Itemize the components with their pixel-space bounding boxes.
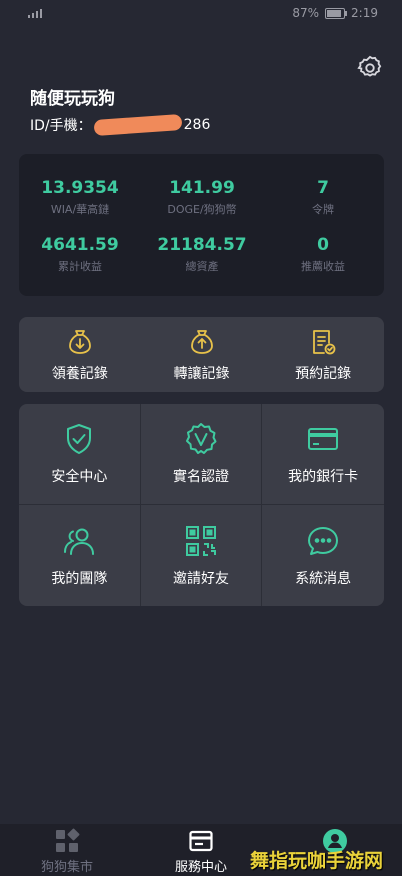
bag-down-icon (68, 329, 91, 354)
user-id-prefix: ID/手機： (30, 118, 92, 134)
user-name: 随便玩玩狗 (30, 89, 115, 109)
my-bank-card-button[interactable]: 我的銀行卡 (262, 404, 384, 505)
document-check-icon (313, 329, 336, 354)
nav-market[interactable]: 狗狗集市 (0, 824, 134, 876)
reservation-records-label: 預約記錄 (295, 365, 352, 382)
battery-icon (325, 7, 348, 19)
invite-friends-button[interactable]: 邀請好友 (141, 505, 263, 606)
user-id-suffix: 286 (183, 117, 211, 133)
clock: 2:19 (351, 6, 378, 20)
stat-label: DOGE/狗狗幣 (167, 203, 237, 216)
nav-service-center-label: 服務中心 (174, 860, 227, 875)
redaction-mark (93, 113, 183, 137)
stat-label: 累計收益 (58, 260, 102, 273)
system-messages-button[interactable]: 系統消息 (262, 505, 384, 606)
stat-label: 推薦收益 (301, 260, 345, 273)
chat-bubble-icon (308, 526, 339, 555)
stat-cumulative-earnings: 4641.59 累計收益 (19, 235, 141, 274)
stat-value: 13.9354 (41, 178, 119, 198)
user-id: ID/手機： 286 (30, 113, 211, 137)
bag-up-icon (190, 329, 213, 354)
stat-wia: 13.9354 WIA/華高鏈 (19, 178, 141, 217)
stat-label: 令牌 (312, 203, 334, 216)
stat-label: 總資產 (185, 260, 219, 273)
nav-market-label: 狗狗集市 (40, 860, 93, 875)
transfer-records-label: 轉讓記錄 (173, 365, 230, 382)
qr-code-icon (185, 525, 216, 556)
invite-friends-label: 邀請好友 (172, 570, 229, 587)
team-icon (64, 528, 95, 555)
stat-label: WIA/華高鏈 (50, 203, 110, 216)
my-team-button[interactable]: 我的團隊 (19, 505, 141, 606)
signal-icon (0, 8, 42, 18)
bank-card-icon (308, 428, 339, 450)
stats-card: 13.9354 WIA/華高鏈 141.99 DOGE/狗狗幣 7 令牌 464… (19, 154, 384, 296)
stat-value: 141.99 (169, 178, 235, 198)
stat-value: 0 (317, 235, 329, 255)
stat-value: 21184.57 (157, 235, 247, 255)
status-bar: 87% 2:19 (0, 0, 402, 26)
my-team-label: 我的團隊 (51, 570, 108, 587)
adoption-records-label: 領養記錄 (51, 365, 108, 382)
transfer-records-button[interactable]: 轉讓記錄 (141, 317, 263, 392)
stat-value: 7 (317, 178, 329, 198)
reservation-records-button[interactable]: 預約記錄 (262, 317, 384, 392)
adoption-records-button[interactable]: 領養記錄 (19, 317, 141, 392)
stat-referral-earnings: 0 推薦收益 (262, 235, 384, 274)
nav-service-center[interactable]: 服務中心 (134, 824, 268, 876)
service-card-icon (189, 830, 213, 852)
my-bank-card-label: 我的銀行卡 (288, 469, 359, 485)
gear-icon[interactable] (356, 54, 384, 82)
shield-check-icon (67, 424, 92, 454)
verified-badge-icon (185, 423, 217, 454)
watermark: 舞指玩咖手游网 (250, 850, 384, 872)
services-grid: 安全中心 實名認證 我的銀行卡 我的團隊 邀請好友 系統消息 (19, 404, 384, 606)
real-name-verification-label: 實名認證 (172, 469, 229, 485)
stat-doge: 141.99 DOGE/狗狗幣 (141, 178, 263, 217)
security-center-label: 安全中心 (51, 469, 108, 485)
battery-percent: 87% (292, 6, 320, 20)
system-messages-label: 系統消息 (295, 570, 352, 587)
stat-value: 4641.59 (41, 235, 119, 255)
security-center-button[interactable]: 安全中心 (19, 404, 141, 505)
grid-icon (56, 828, 80, 852)
records-card: 領養記錄 轉讓記錄 預約記錄 (19, 317, 384, 392)
stat-total-assets: 21184.57 總資產 (141, 235, 263, 274)
real-name-verification-button[interactable]: 實名認證 (140, 404, 263, 505)
stat-token: 7 令牌 (262, 178, 384, 217)
